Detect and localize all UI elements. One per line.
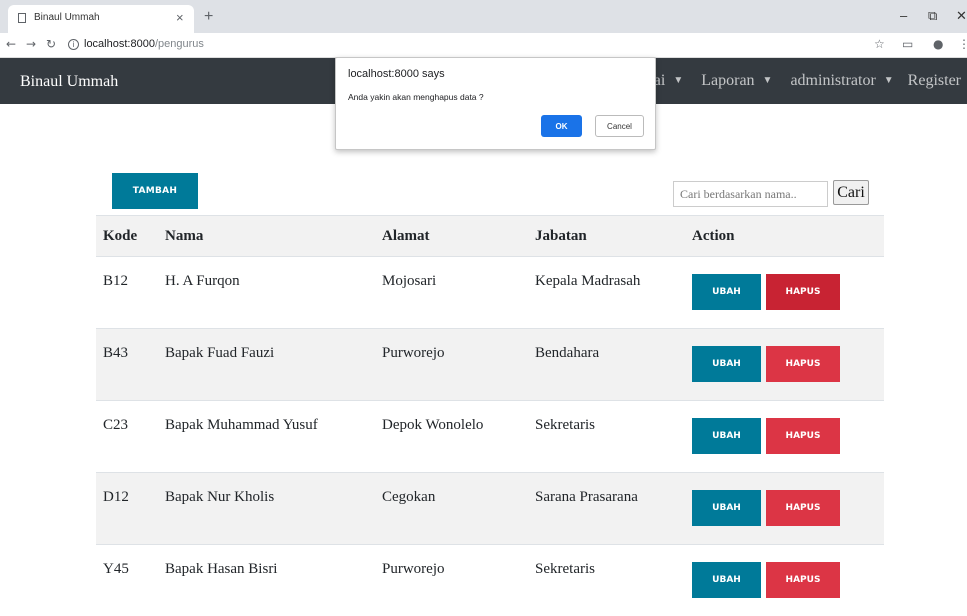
- nav-item-label: administrator: [790, 72, 875, 89]
- nav-links: Nilai ▼ Laporan ▼ administrator ▼ Regist…: [625, 72, 961, 90]
- cell-action: UBAH HAPUS: [685, 473, 884, 545]
- tab-close-icon[interactable]: ×: [176, 10, 184, 25]
- edit-button[interactable]: UBAH: [692, 346, 761, 382]
- delete-button[interactable]: HAPUS: [766, 562, 840, 598]
- nav-item-register[interactable]: Register: [908, 72, 961, 89]
- cell-jabatan: Sekretaris: [528, 545, 685, 616]
- url-host: localhost:8000: [84, 38, 155, 50]
- table-row: Y45 Bapak Hasan Bisri Purworejo Sekretar…: [96, 545, 884, 616]
- table-header-row: Kode Nama Alamat Jabatan Action: [96, 216, 884, 257]
- cell-action: UBAH HAPUS: [685, 401, 884, 473]
- delete-button[interactable]: HAPUS: [766, 418, 840, 454]
- table-row: D12 Bapak Nur Kholis Cegokan Sarana Pras…: [96, 473, 884, 545]
- pengurus-table: Kode Nama Alamat Jabatan Action B12 H. A…: [96, 215, 884, 616]
- delete-button[interactable]: HAPUS: [766, 346, 840, 382]
- page-icon: [18, 13, 26, 23]
- profile-icon[interactable]: ●: [933, 37, 943, 51]
- nav-item-label: Laporan: [701, 72, 754, 89]
- cell-jabatan: Sekretaris: [528, 401, 685, 473]
- edit-button[interactable]: UBAH: [692, 490, 761, 526]
- reload-icon[interactable]: ↻: [46, 37, 56, 51]
- edit-button[interactable]: UBAH: [692, 418, 761, 454]
- nav-item-administrator[interactable]: administrator ▼: [786, 72, 899, 89]
- table-row: B43 Bapak Fuad Fauzi Purworejo Bendahara…: [96, 329, 884, 401]
- cell-nama: Bapak Hasan Bisri: [158, 545, 375, 616]
- cell-alamat: Mojosari: [375, 257, 528, 329]
- caret-down-icon: ▼: [673, 75, 683, 86]
- new-tab-button[interactable]: +: [204, 8, 213, 26]
- search-button[interactable]: Cari: [833, 180, 869, 205]
- url-field[interactable]: localhost:8000/pengurus: [84, 38, 204, 50]
- cell-jabatan: Sarana Prasarana: [528, 473, 685, 545]
- caret-down-icon: ▼: [763, 75, 773, 86]
- delete-button[interactable]: HAPUS: [766, 490, 840, 526]
- cell-kode: Y45: [96, 545, 158, 616]
- minimize-button[interactable]: –: [900, 8, 907, 23]
- add-button[interactable]: TAMBAH: [112, 173, 198, 209]
- header-kode: Kode: [96, 216, 158, 257]
- header-nama: Nama: [158, 216, 375, 257]
- header-alamat: Alamat: [375, 216, 528, 257]
- table-row: B12 H. A Furqon Mojosari Kepala Madrasah…: [96, 257, 884, 329]
- tab-title: Binaul Ummah: [34, 12, 100, 23]
- dialog-title: localhost:8000 says: [348, 68, 445, 80]
- cell-alamat: Purworejo: [375, 329, 528, 401]
- cell-kode: B12: [96, 257, 158, 329]
- cell-kode: D12: [96, 473, 158, 545]
- cell-action: UBAH HAPUS: [685, 545, 884, 616]
- cell-jabatan: Kepala Madrasah: [528, 257, 685, 329]
- menu-icon[interactable]: ⋮: [958, 37, 967, 51]
- close-window-button[interactable]: ✕: [956, 8, 967, 24]
- cell-jabatan: Bendahara: [528, 329, 685, 401]
- forward-arrow-icon[interactable]: →: [26, 37, 36, 51]
- cancel-button[interactable]: Cancel: [595, 115, 644, 137]
- cell-nama: Bapak Nur Kholis: [158, 473, 375, 545]
- restore-button[interactable]: ⧉: [928, 8, 937, 24]
- address-bar: ← → ↻ i localhost:8000/pengurus ☆ ▭ ● ⋮: [0, 33, 967, 58]
- browser-tab-bar: Binaul Ummah × + – ⧉ ✕: [0, 0, 967, 33]
- table-row: C23 Bapak Muhammad Yusuf Depok Wonolelo …: [96, 401, 884, 473]
- info-icon[interactable]: i: [68, 39, 79, 50]
- nav-item-laporan[interactable]: Laporan ▼: [697, 72, 778, 89]
- cell-alamat: Cegokan: [375, 473, 528, 545]
- cell-alamat: Depok Wonolelo: [375, 401, 528, 473]
- search-input[interactable]: [673, 181, 828, 207]
- extension-icon[interactable]: ▭: [902, 37, 913, 51]
- bookmark-star-icon[interactable]: ☆: [874, 37, 885, 51]
- delete-button[interactable]: HAPUS: [766, 274, 840, 310]
- cell-action: UBAH HAPUS: [685, 257, 884, 329]
- browser-tab[interactable]: Binaul Ummah ×: [8, 5, 194, 33]
- cell-nama: H. A Furqon: [158, 257, 375, 329]
- ok-button[interactable]: OK: [541, 115, 582, 137]
- cell-alamat: Purworejo: [375, 545, 528, 616]
- cell-kode: C23: [96, 401, 158, 473]
- brand[interactable]: Binaul Ummah: [20, 73, 118, 91]
- caret-down-icon: ▼: [884, 75, 894, 86]
- cell-nama: Bapak Muhammad Yusuf: [158, 401, 375, 473]
- confirm-dialog: localhost:8000 says Anda yakin akan meng…: [335, 57, 656, 150]
- header-jabatan: Jabatan: [528, 216, 685, 257]
- cell-action: UBAH HAPUS: [685, 329, 884, 401]
- header-action: Action: [685, 216, 884, 257]
- edit-button[interactable]: UBAH: [692, 562, 761, 598]
- dialog-message: Anda yakin akan menghapus data ?: [348, 92, 484, 102]
- cell-kode: B43: [96, 329, 158, 401]
- edit-button[interactable]: UBAH: [692, 274, 761, 310]
- back-arrow-icon[interactable]: ←: [6, 37, 16, 51]
- url-path: /pengurus: [155, 38, 204, 50]
- cell-nama: Bapak Fuad Fauzi: [158, 329, 375, 401]
